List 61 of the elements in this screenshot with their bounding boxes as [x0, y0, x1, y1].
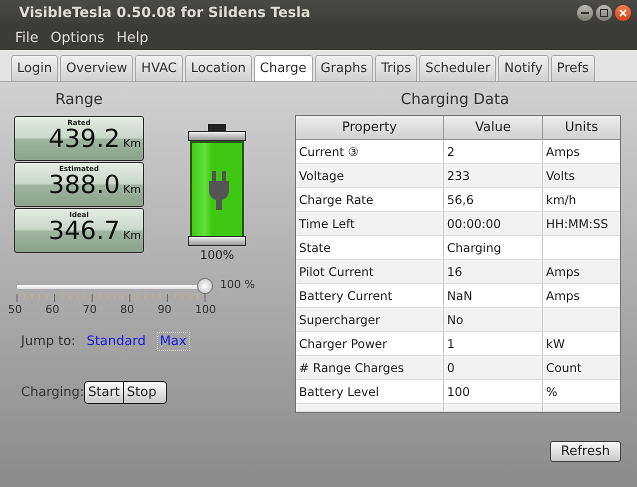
gauge-unit: Km [123, 229, 141, 242]
tick-label: 50 [8, 303, 22, 316]
charging-button[interactable]: Stop [122, 382, 166, 403]
battery-cap [188, 131, 246, 141]
tick-label: 60 [45, 303, 60, 316]
link[interactable]: Standard [84, 332, 149, 351]
refresh-button[interactable]: Refresh [550, 441, 621, 462]
gauge-value: 346.7 [48, 216, 120, 245]
tab[interactable]: Location [184, 55, 252, 81]
section-title: Charging Data [400, 89, 510, 110]
column-header: Units [543, 116, 620, 140]
gauge-value: 388.0 [48, 170, 120, 199]
table-cell: 16 [444, 260, 543, 284]
close-icon[interactable] [615, 5, 631, 21]
tick-label: 80 [120, 303, 134, 316]
tick-label: 100 [194, 303, 216, 316]
battery-cap [188, 236, 246, 246]
column-header: Value [444, 116, 543, 140]
battery-percent: 100% [200, 248, 234, 262]
table-cell: Pilot Current [296, 260, 444, 284]
menu-item[interactable]: Options [44, 30, 110, 46]
minimize-icon[interactable] [577, 5, 593, 21]
table-cell: Supercharger [296, 308, 444, 332]
jump-label: Jump to: [21, 334, 76, 349]
gauge-unit: Km [123, 137, 141, 150]
table-cell: Amps [543, 260, 620, 284]
menu-item[interactable]: Help [110, 30, 154, 46]
gauge-value: 439.2 [48, 124, 120, 153]
table-cell: HH:MM:SS [543, 212, 620, 236]
table-cell: Volts [543, 164, 620, 188]
link[interactable]: Max [156, 332, 190, 351]
charging-button[interactable]: Start [85, 382, 123, 403]
slider-reading: 100 % [220, 278, 255, 291]
table-cell: 0 [444, 356, 543, 380]
table-cell: Time Left [296, 212, 444, 236]
table-cell: 233 [444, 164, 543, 188]
tab[interactable]: Trips [375, 55, 418, 81]
tab[interactable]: Graphs [314, 55, 374, 81]
charging-label: Charging: [21, 385, 84, 400]
tab[interactable]: Notify [498, 55, 549, 81]
tab[interactable]: HVAC [135, 55, 183, 81]
section-title: Range [55, 89, 103, 110]
table-cell: 00:00:00 [444, 212, 543, 236]
table-cell: No [444, 308, 543, 332]
tab[interactable]: Charge [254, 55, 313, 81]
gauge-unit: Km [123, 183, 141, 196]
maximize-icon[interactable] [596, 5, 612, 21]
tab[interactable]: Overview [60, 55, 134, 81]
menu-item[interactable]: File [9, 30, 44, 46]
tab[interactable]: Scheduler [419, 55, 496, 81]
column-header: Property [296, 116, 444, 140]
table-cell: # Range Charges [296, 356, 444, 380]
plug-icon [209, 171, 229, 211]
tick-label: 90 [158, 303, 172, 316]
tab[interactable]: Prefs [550, 55, 595, 81]
table-cell: Voltage [296, 164, 444, 188]
tab[interactable]: Login [11, 55, 58, 81]
slider-thumb[interactable] [197, 278, 213, 294]
table-cell: Count [543, 356, 620, 380]
window-title: VisibleTesla 0.50.08 for Sildens Tesla [19, 5, 310, 21]
tick-label: 70 [82, 303, 97, 316]
